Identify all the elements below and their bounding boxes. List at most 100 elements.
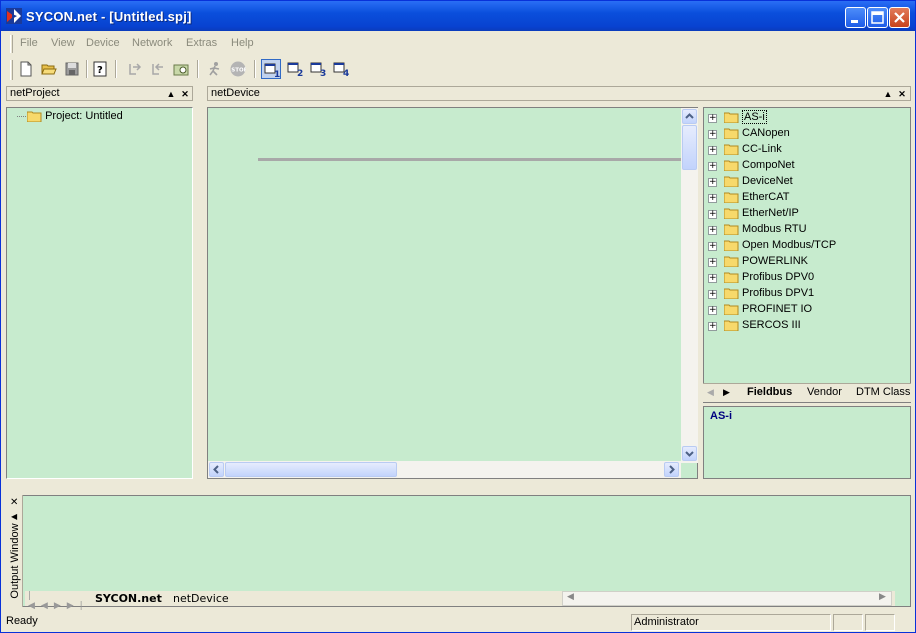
catalog-item-label: CANopen: [742, 127, 790, 139]
output-scroll-right-icon[interactable]: ▶: [879, 592, 886, 602]
catalog-item[interactable]: CC-Link: [724, 143, 782, 155]
expand-icon[interactable]: +: [708, 114, 717, 123]
view-3-icon: 3: [310, 62, 326, 77]
output-tab-netdevice[interactable]: netDevice: [173, 592, 229, 605]
project-root-item[interactable]: Project: Untitled: [27, 110, 123, 122]
toolbar-separator: [86, 60, 88, 78]
netproject-collapse-icon[interactable]: ▲: [165, 88, 177, 100]
catalog-item[interactable]: EtherNet/IP: [724, 207, 799, 219]
menu-help[interactable]: Help: [231, 37, 254, 49]
tab-scroll-left-icon[interactable]: ◀: [707, 387, 714, 398]
expand-icon[interactable]: +: [708, 306, 717, 315]
catalog-item[interactable]: CompoNet: [724, 159, 795, 171]
menu-view[interactable]: View: [51, 37, 75, 49]
expand-icon[interactable]: +: [708, 290, 717, 299]
vscroll-thumb[interactable]: [682, 125, 697, 170]
output-tab-sycon[interactable]: SYCON.net: [95, 592, 162, 605]
menu-network[interactable]: Network: [132, 37, 172, 49]
output-close-icon[interactable]: ✕: [10, 497, 18, 508]
netdevice-vscroll[interactable]: [681, 108, 698, 463]
expand-icon[interactable]: +: [708, 162, 717, 171]
tab-scroll-right-icon[interactable]: ▶: [723, 387, 730, 398]
expand-icon[interactable]: +: [708, 242, 717, 251]
expand-icon[interactable]: +: [708, 258, 717, 267]
folder-icon: [724, 288, 739, 299]
expand-icon[interactable]: +: [708, 210, 717, 219]
view-2-number: 2: [297, 69, 303, 77]
output-hscroll[interactable]: ◀ ▶: [562, 591, 892, 606]
netproject-close-icon[interactable]: ✕: [179, 88, 191, 100]
expand-icon[interactable]: +: [708, 274, 717, 283]
disconnect-button[interactable]: [148, 59, 168, 79]
catalog-item[interactable]: Modbus RTU: [724, 223, 807, 235]
menu-extras[interactable]: Extras: [186, 37, 217, 49]
expand-icon[interactable]: +: [708, 322, 717, 331]
hscroll-thumb[interactable]: [225, 462, 397, 477]
maximize-button[interactable]: [867, 7, 888, 28]
open-button[interactable]: [39, 59, 59, 79]
expand-icon[interactable]: +: [708, 130, 717, 139]
folder-icon: [724, 320, 739, 331]
tab-dtm-class[interactable]: DTM Class: [856, 386, 910, 398]
scroll-right-button[interactable]: [664, 462, 679, 477]
minimize-icon: [851, 20, 858, 23]
netdevice-collapse-icon[interactable]: ▲: [882, 88, 894, 100]
view-2-button[interactable]: 2: [285, 59, 305, 79]
run-button[interactable]: [205, 59, 225, 79]
netproject-header: netProject ▲ ✕: [6, 86, 193, 101]
scroll-down-button[interactable]: [682, 446, 697, 461]
expand-icon[interactable]: +: [708, 194, 717, 203]
toolbar-grip[interactable]: [10, 60, 13, 80]
menu-bar: File View Device Network Extras Help: [1, 32, 915, 56]
expand-icon[interactable]: +: [708, 178, 717, 187]
connect-button[interactable]: [125, 59, 145, 79]
expand-icon[interactable]: +: [708, 226, 717, 235]
catalog-item[interactable]: CANopen: [724, 127, 790, 139]
catalog-item[interactable]: EtherCAT: [724, 191, 789, 203]
catalog-item[interactable]: DeviceNet: [724, 175, 793, 187]
catalog-item[interactable]: AS-i: [724, 110, 767, 124]
scroll-left-button[interactable]: [209, 462, 224, 477]
catalog-item-label: POWERLINK: [742, 255, 809, 267]
netdevice-canvas[interactable]: [207, 107, 698, 479]
output-scroll-left-icon[interactable]: ◀: [567, 592, 574, 602]
stop-button[interactable]: STOP: [228, 59, 248, 79]
catalog-item[interactable]: SERCOS III: [724, 319, 801, 331]
network-bus-line[interactable]: [258, 158, 682, 161]
catalog-item[interactable]: POWERLINK: [724, 255, 808, 267]
output-window: SYCON.net netDevice |◀◀▶▶| ◀ ▶: [6, 495, 911, 611]
folder-icon: [27, 111, 42, 122]
netproject-tree[interactable]: Project: Untitled: [6, 107, 193, 479]
netdevice-hscroll[interactable]: [208, 461, 681, 478]
toolbar-separator: [254, 60, 256, 78]
output-tab-nav[interactable]: |◀◀▶▶|: [25, 591, 95, 611]
folder-icon: [724, 112, 739, 123]
chevron-up-icon: [685, 113, 694, 119]
save-button[interactable]: [62, 59, 82, 79]
scan-button[interactable]: [171, 59, 191, 79]
horizontal-splitter[interactable]: [1, 481, 915, 493]
help-button[interactable]: ?: [90, 59, 110, 79]
catalog-item-label: PROFINET IO: [742, 303, 813, 315]
title-bar[interactable]: SYCON.net - [Untitled.spj]: [1, 1, 915, 31]
tab-fieldbus[interactable]: Fieldbus: [747, 386, 792, 398]
new-button[interactable]: [16, 59, 36, 79]
catalog-item[interactable]: Profibus DPV0: [724, 271, 814, 283]
menu-grip[interactable]: [10, 35, 13, 53]
catalog-item[interactable]: Profibus DPV1: [724, 287, 814, 299]
menu-file[interactable]: File: [20, 37, 38, 49]
view-4-button[interactable]: 4: [331, 59, 351, 79]
catalog-item[interactable]: PROFINET IO: [724, 303, 812, 315]
menu-device[interactable]: Device: [86, 37, 120, 49]
scroll-up-button[interactable]: [682, 109, 697, 124]
device-catalog: + AS-i + CANopen + CC-Link + CompoNet + DeviceNet…: [703, 107, 911, 403]
netdevice-close-icon[interactable]: ✕: [896, 88, 908, 100]
minimize-button[interactable]: [845, 7, 866, 28]
catalog-item[interactable]: Open Modbus/TCP: [724, 239, 836, 251]
view-3-button[interactable]: 3: [308, 59, 328, 79]
tab-vendor[interactable]: Vendor: [807, 386, 842, 398]
view-1-button[interactable]: 1: [261, 59, 281, 79]
status-pane-2: [833, 614, 863, 631]
expand-icon[interactable]: +: [708, 146, 717, 155]
close-button[interactable]: [889, 7, 910, 28]
